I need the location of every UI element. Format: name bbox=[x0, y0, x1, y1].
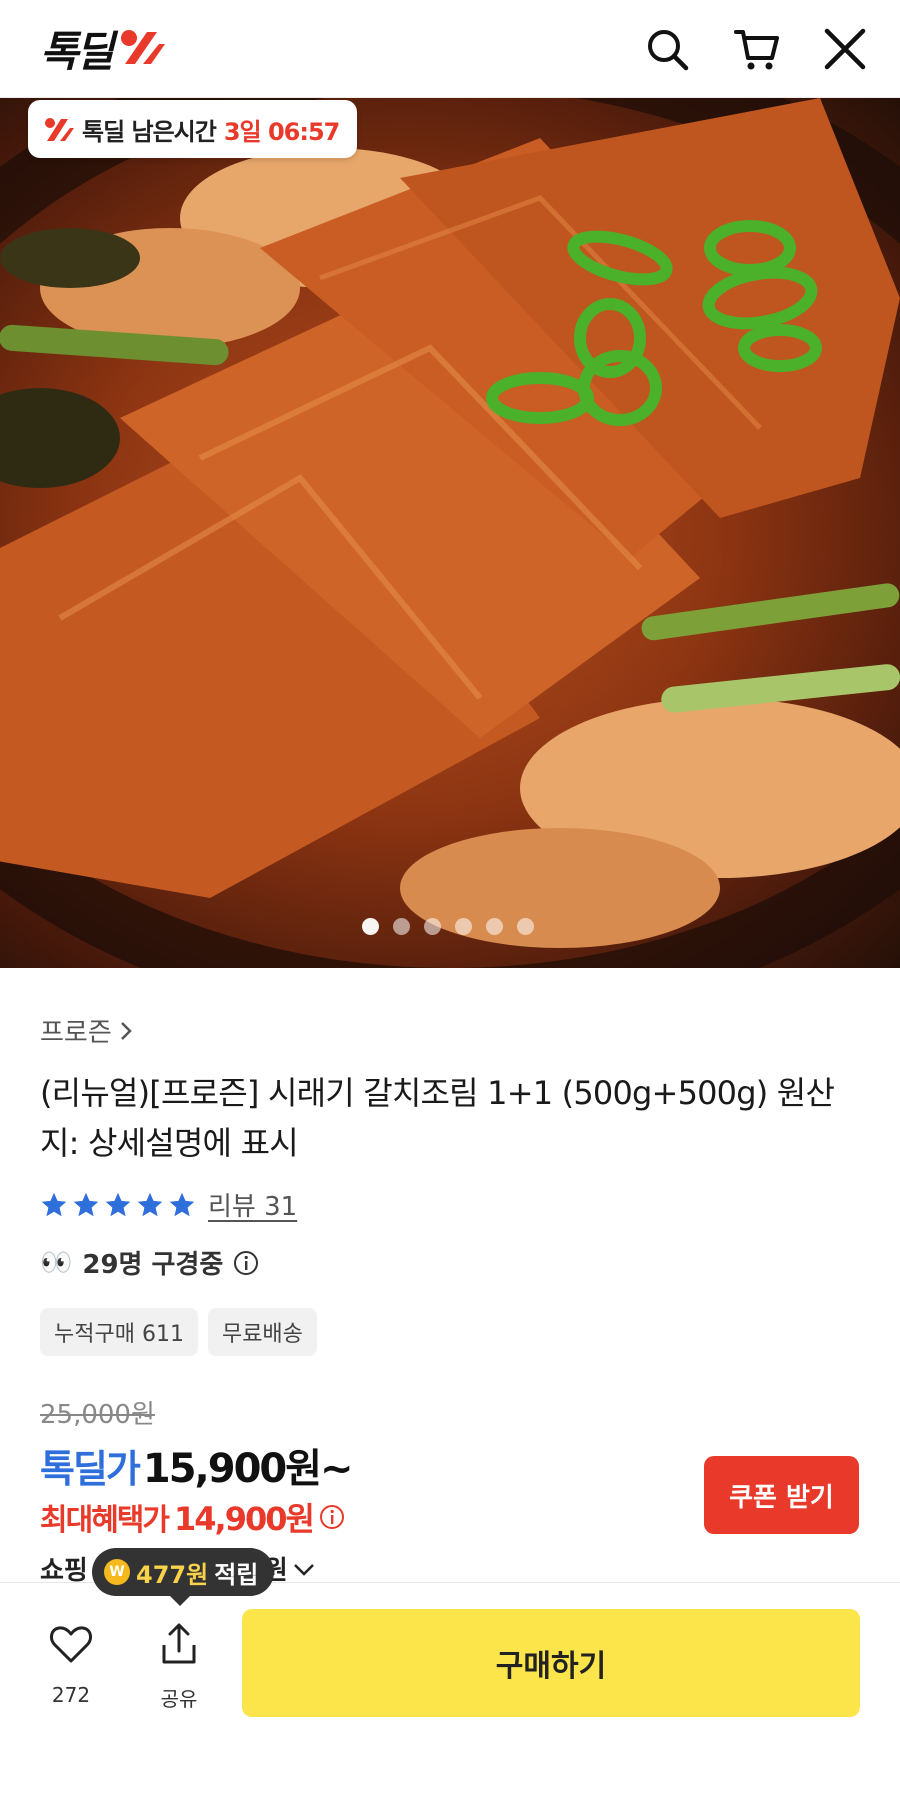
timer-value: 3일 06:57 bbox=[223, 117, 341, 146]
heart-icon bbox=[50, 1626, 92, 1663]
points-text: 적립 bbox=[214, 1560, 259, 1589]
image-pagination bbox=[362, 918, 534, 935]
product-title: (리뉴얼)[프로즌] 시래기 갈치조림 1+1 (500g+500g) 원산지:… bbox=[40, 1074, 835, 1162]
percent-icon bbox=[45, 118, 74, 141]
free-shipping-chip: 무료배송 bbox=[207, 1308, 317, 1356]
max-benefit-row: 최대혜택가 14,900원 bbox=[40, 1494, 345, 1540]
review-count-link[interactable]: 리뷰 31 bbox=[208, 1186, 297, 1223]
star-icon bbox=[73, 1192, 99, 1216]
close-icon[interactable] bbox=[822, 26, 868, 72]
eyes-icon: 👀 bbox=[40, 1247, 73, 1278]
bottom-action-bar: 272 공유 구매하기 bbox=[0, 1582, 900, 1817]
rating-row[interactable]: 리뷰 31 bbox=[40, 1186, 297, 1223]
chevron-right-icon bbox=[120, 1021, 132, 1040]
share-button[interactable]: 공유 bbox=[134, 1621, 224, 1712]
talkdeal-logo[interactable]: 톡딜 bbox=[40, 26, 166, 76]
braised-fish-photo bbox=[0, 98, 900, 968]
deal-price-row: 톡딜가 15,900원~ bbox=[40, 1436, 354, 1494]
cart-icon[interactable] bbox=[734, 26, 780, 72]
purchase-count-chip: 누적구매 611 bbox=[40, 1308, 198, 1356]
info-icon[interactable] bbox=[233, 1250, 259, 1276]
product-image[interactable]: 톡딜 남은시간 3일 06:57 bbox=[0, 98, 900, 968]
page-dot[interactable] bbox=[393, 918, 410, 935]
product-chips: 누적구매 611 무료배송 bbox=[40, 1308, 317, 1356]
page-dot[interactable] bbox=[486, 918, 503, 935]
star-icon bbox=[137, 1192, 163, 1216]
timer-label: 톡딜 남은시간 bbox=[82, 117, 217, 146]
deal-price-label: 톡딜가 bbox=[40, 1447, 141, 1491]
page-dot[interactable] bbox=[362, 918, 379, 935]
watching-count: 29명 구경중 bbox=[82, 1250, 224, 1280]
star-icon bbox=[169, 1192, 195, 1216]
page-dot[interactable] bbox=[455, 918, 472, 935]
buy-button[interactable]: 구매하기 bbox=[242, 1609, 860, 1717]
get-coupon-button[interactable]: 쿠폰 받기 bbox=[704, 1456, 859, 1534]
deal-price: 15,900원~ bbox=[142, 1446, 354, 1492]
logo-text: 톡딜 bbox=[40, 26, 114, 76]
percent-logo-icon bbox=[121, 30, 166, 64]
star-icon bbox=[105, 1192, 131, 1216]
page-dot[interactable] bbox=[517, 918, 534, 935]
max-benefit-label: 최대혜택가 bbox=[40, 1503, 170, 1538]
points-amount: 477원 bbox=[136, 1560, 209, 1589]
category-label: 프로즌 bbox=[40, 1018, 112, 1048]
chevron-down-icon bbox=[293, 1563, 314, 1576]
original-price: 25,000원 bbox=[40, 1400, 155, 1430]
watching-row: 👀 29명 구경중 bbox=[40, 1244, 259, 1281]
top-header: 톡딜 bbox=[0, 0, 900, 98]
points-tooltip: W 477원 적립 bbox=[92, 1548, 275, 1606]
star-icon bbox=[41, 1192, 67, 1216]
search-icon[interactable] bbox=[644, 26, 690, 72]
category-breadcrumb[interactable]: 프로즌 bbox=[40, 1012, 134, 1049]
deal-timer-badge: 톡딜 남은시간 3일 06:57 bbox=[28, 100, 358, 158]
coin-icon: W bbox=[104, 1559, 130, 1585]
like-count: 272 bbox=[51, 1683, 91, 1707]
info-icon[interactable] bbox=[319, 1504, 345, 1530]
max-benefit-price: 14,900원 bbox=[174, 1500, 315, 1538]
like-button[interactable]: 272 bbox=[26, 1621, 116, 1707]
share-label: 공유 bbox=[160, 1687, 198, 1711]
share-icon bbox=[162, 1623, 196, 1664]
page-dot[interactable] bbox=[424, 918, 441, 935]
